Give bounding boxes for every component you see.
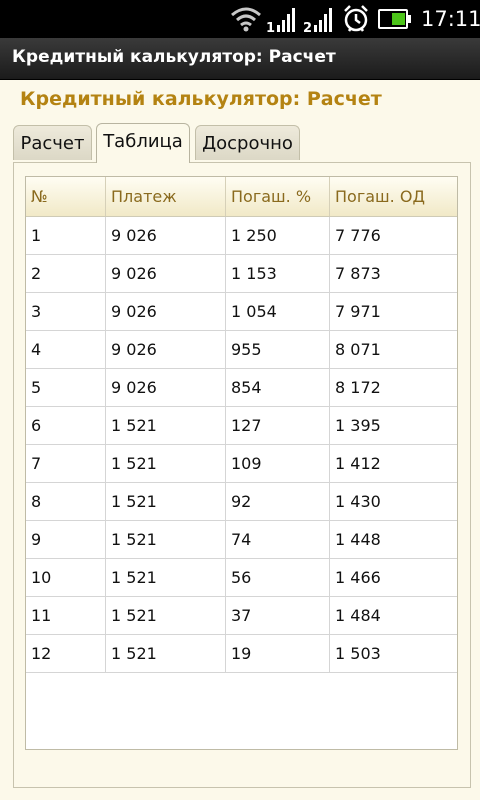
table-cell: 1 (26, 217, 106, 254)
table-row[interactable]: 9 1 521 74 1 448 (26, 521, 457, 559)
table-cell: 1 503 (335, 644, 381, 663)
table-header: № Платеж Погаш. % Погаш. ОД (26, 177, 457, 217)
table-cell: 8 (26, 483, 106, 520)
app-title-bar: Кредитный калькулятор: Расчет (0, 38, 480, 80)
table-cell: 1 521 (106, 521, 226, 558)
table-row[interactable]: 11 1 521 37 1 484 (26, 597, 457, 635)
table-cell: 11 (26, 597, 106, 634)
signal-icon: 2 (303, 4, 337, 38)
table-cell: 1 521 (106, 635, 226, 672)
tab-panel: № Платеж Погаш. % Погаш. ОД 1 9 026 1 25… (13, 162, 471, 788)
table-cell: 1 484 (335, 606, 381, 625)
table-cell: 7 873 (335, 264, 381, 283)
table-cell: 6 (26, 407, 106, 444)
tab-dosrochno[interactable]: Досрочно (195, 125, 300, 160)
table-cell: 12 (26, 635, 106, 672)
table-cell: 4 (26, 331, 106, 368)
status-bar: 1 2 17:11 (0, 0, 480, 38)
wifi-icon (229, 5, 263, 37)
table-cell: 1 054 (226, 293, 330, 330)
table-cell: 1 395 (335, 416, 381, 435)
table-cell: 1 153 (226, 255, 330, 292)
table-cell: 3 (26, 293, 106, 330)
signal-icon: 1 (266, 4, 300, 38)
table-cell: 9 026 (106, 369, 226, 406)
svg-text:2: 2 (303, 21, 312, 34)
table-cell: 1 521 (106, 597, 226, 634)
column-header[interactable]: № (26, 177, 106, 216)
table-row[interactable]: 4 9 026 955 8 071 (26, 331, 457, 369)
table-row[interactable]: 10 1 521 56 1 466 (26, 559, 457, 597)
table-row[interactable]: 5 9 026 854 8 172 (26, 369, 457, 407)
table-cell: 9 026 (106, 331, 226, 368)
table-cell: 92 (226, 483, 330, 520)
alarm-icon (341, 4, 371, 38)
app-title: Кредитный калькулятор: Расчет (12, 47, 336, 67)
table-cell: 56 (226, 559, 330, 596)
table-cell: 1 521 (106, 559, 226, 596)
tab-tablitsa[interactable]: Таблица (96, 123, 190, 163)
status-clock: 17:11 (421, 7, 480, 31)
tab-raschet[interactable]: Расчет (13, 125, 92, 160)
table-cell: 127 (226, 407, 330, 444)
table-cell: 1 430 (335, 492, 381, 511)
table-cell: 7 (26, 445, 106, 482)
table-row[interactable]: 12 1 521 19 1 503 (26, 635, 457, 673)
table-cell: 19 (226, 635, 330, 672)
table-cell: 74 (226, 521, 330, 558)
table-cell: 955 (226, 331, 330, 368)
table-row[interactable]: 7 1 521 109 1 412 (26, 445, 457, 483)
battery-icon (378, 9, 412, 33)
table-cell: 9 026 (106, 217, 226, 254)
table-cell: 1 521 (106, 445, 226, 482)
table-cell: 8 172 (335, 378, 381, 397)
table-cell: 8 071 (335, 340, 381, 359)
table-cell: 9 026 (106, 255, 226, 292)
table-cell: 1 412 (335, 454, 381, 473)
table-row[interactable]: 2 9 026 1 153 7 873 (26, 255, 457, 293)
table-cell: 10 (26, 559, 106, 596)
table-cell: 9 (26, 521, 106, 558)
table-row[interactable]: 6 1 521 127 1 395 (26, 407, 457, 445)
table-cell: 109 (226, 445, 330, 482)
table-cell: 1 448 (335, 530, 381, 549)
table-cell: 1 521 (106, 483, 226, 520)
table-cell: 7 971 (335, 302, 381, 321)
table-row[interactable]: 8 1 521 92 1 430 (26, 483, 457, 521)
column-header[interactable]: Погаш. % (226, 177, 330, 216)
svg-text:1: 1 (266, 21, 275, 34)
table-cell: 2 (26, 255, 106, 292)
table-cell: 854 (226, 369, 330, 406)
table-cell: 1 250 (226, 217, 330, 254)
column-header[interactable]: Погаш. ОД (330, 177, 457, 216)
page-title: Кредитный калькулятор: Расчет (20, 88, 382, 110)
column-header[interactable]: Платеж (106, 177, 226, 216)
table-row[interactable]: 1 9 026 1 250 7 776 (26, 217, 457, 255)
table-cell: 5 (26, 369, 106, 406)
table-cell: 9 026 (106, 293, 226, 330)
table-cell: 37 (226, 597, 330, 634)
table-cell: 1 521 (106, 407, 226, 444)
table-cell: 7 776 (335, 226, 381, 245)
table-cell: 1 466 (335, 568, 381, 587)
payment-table[interactable]: № Платеж Погаш. % Погаш. ОД 1 9 026 1 25… (25, 176, 458, 750)
table-row[interactable]: 3 9 026 1 054 7 971 (26, 293, 457, 331)
